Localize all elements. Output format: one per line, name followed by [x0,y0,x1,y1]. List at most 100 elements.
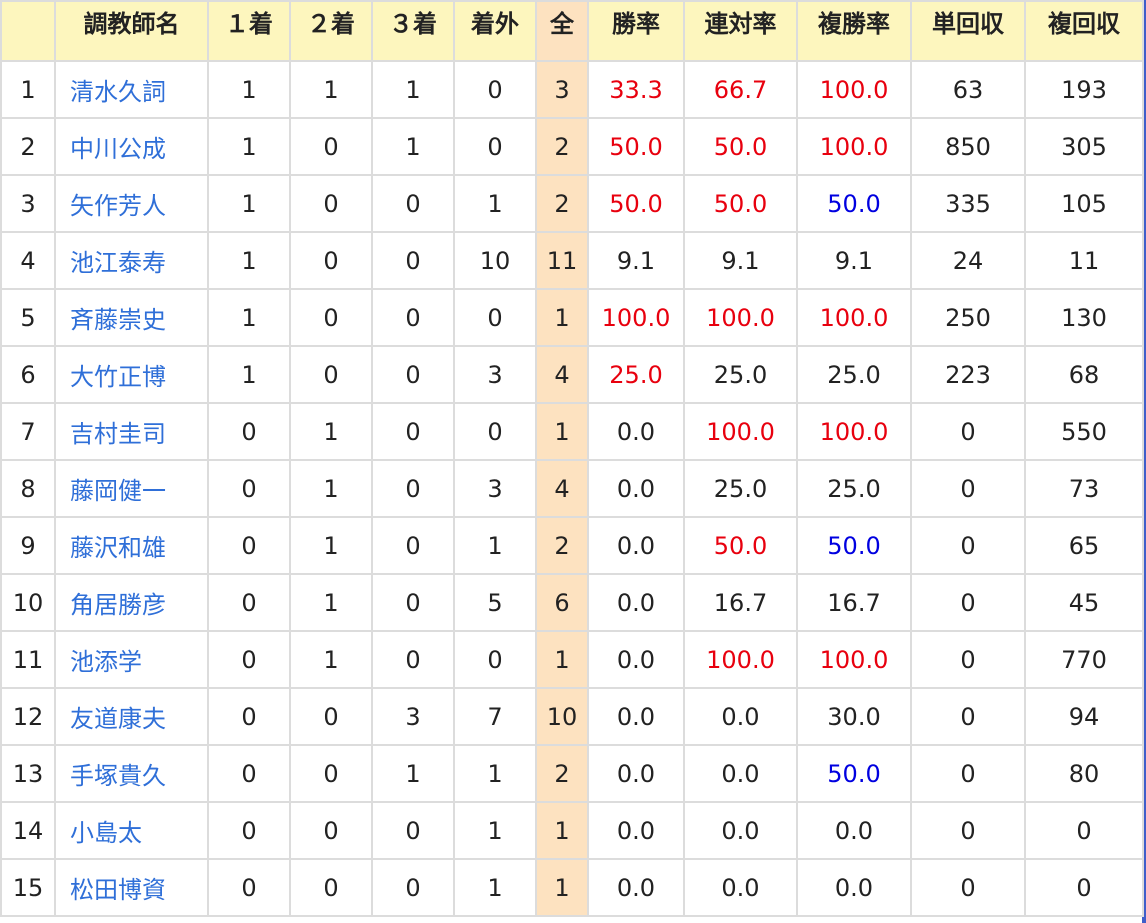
header-show-rate[interactable]: 複勝率 [796,0,912,62]
trainer-name-link[interactable]: 小島太 [54,801,209,860]
first-count-cell: 0 [207,858,291,917]
header-first-place[interactable]: １着 [207,0,291,62]
first-count-cell: 0 [207,744,291,803]
trainer-name-link[interactable]: 斉藤崇史 [54,288,209,347]
first-count-cell: 1 [207,174,291,233]
header-row: 調教師名 １着 ２着 ３着 着外 全 勝率 連対率 複勝率 単回収 複回収 [0,0,1144,62]
table-row: 8 藤岡健一 0 1 0 3 4 0.0 25.0 25.0 0 73 [0,459,1144,518]
show-return-cell: 0 [1024,801,1144,860]
first-count-cell: 0 [207,801,291,860]
table-row: 4 池江泰寿 1 0 0 10 11 9.1 9.1 9.1 24 11 [0,231,1144,290]
trainer-name-link[interactable]: 清水久詞 [54,60,209,119]
header-out-of-place[interactable]: 着外 [453,0,537,62]
trainer-name-link[interactable]: 藤岡健一 [54,459,209,518]
first-count-cell: 0 [207,573,291,632]
quinella-rate-cell: 50.0 [683,117,798,176]
trainer-name-link[interactable]: 池添学 [54,630,209,689]
first-count-cell: 0 [207,516,291,575]
header-rank [0,0,56,62]
total-count-cell: 1 [535,801,589,860]
third-count-cell: 1 [371,744,455,803]
trainer-name-link[interactable]: 友道康夫 [54,687,209,746]
total-count-cell: 2 [535,744,589,803]
win-return-cell: 0 [910,516,1026,575]
trainer-name-link[interactable]: 藤沢和雄 [54,516,209,575]
second-count-cell: 1 [289,516,373,575]
second-count-cell: 0 [289,801,373,860]
trainer-name-link[interactable]: 池江泰寿 [54,231,209,290]
table-body: 1 清水久詞 1 1 1 0 3 33.3 66.7 100.0 63 193 2 中川公成 1 0 1 0 2 50… [0,60,1144,917]
second-count-cell: 0 [289,288,373,347]
rank-cell: 2 [0,117,56,176]
show-rate-cell: 30.0 [796,687,912,746]
win-return-cell: 63 [910,60,1026,119]
first-count-cell: 0 [207,687,291,746]
win-rate-cell: 50.0 [587,117,685,176]
rank-cell: 5 [0,288,56,347]
show-rate-cell: 100.0 [796,402,912,461]
win-return-cell: 0 [910,744,1026,803]
out-count-cell: 1 [453,516,537,575]
rank-cell: 4 [0,231,56,290]
trainer-name-link[interactable]: 角居勝彦 [54,573,209,632]
first-count-cell: 1 [207,231,291,290]
first-count-cell: 0 [207,402,291,461]
trainer-name-link[interactable]: 吉村圭司 [54,402,209,461]
total-count-cell: 1 [535,288,589,347]
third-count-cell: 0 [371,345,455,404]
win-return-cell: 223 [910,345,1026,404]
rank-cell: 1 [0,60,56,119]
header-trainer-name[interactable]: 調教師名 [54,0,209,62]
quinella-rate-cell: 0.0 [683,687,798,746]
win-rate-cell: 33.3 [587,60,685,119]
third-count-cell: 0 [371,858,455,917]
table-row: 7 吉村圭司 0 1 0 0 1 0.0 100.0 100.0 0 550 [0,402,1144,461]
rank-cell: 7 [0,402,56,461]
table-row: 5 斉藤崇史 1 0 0 0 1 100.0 100.0 100.0 250 130 [0,288,1144,347]
second-count-cell: 0 [289,858,373,917]
first-count-cell: 0 [207,630,291,689]
win-rate-cell: 0.0 [587,801,685,860]
show-return-cell: 94 [1024,687,1144,746]
total-count-cell: 4 [535,345,589,404]
third-count-cell: 0 [371,288,455,347]
total-count-cell: 1 [535,402,589,461]
second-count-cell: 1 [289,402,373,461]
win-return-cell: 0 [910,687,1026,746]
win-return-cell: 850 [910,117,1026,176]
header-show-return[interactable]: 複回収 [1024,0,1144,62]
header-win-rate[interactable]: 勝率 [587,0,685,62]
quinella-rate-cell: 66.7 [683,60,798,119]
out-count-cell: 3 [453,345,537,404]
quinella-rate-cell: 0.0 [683,744,798,803]
header-third-place[interactable]: ３着 [371,0,455,62]
second-count-cell: 1 [289,459,373,518]
header-quinella-rate[interactable]: 連対率 [683,0,798,62]
first-count-cell: 1 [207,117,291,176]
trainer-name-link[interactable]: 大竹正博 [54,345,209,404]
trainer-name-link[interactable]: 中川公成 [54,117,209,176]
total-count-cell: 1 [535,858,589,917]
show-return-cell: 80 [1024,744,1144,803]
rank-cell: 8 [0,459,56,518]
win-rate-cell: 0.0 [587,630,685,689]
win-return-cell: 250 [910,288,1026,347]
trainer-name-link[interactable]: 手塚貴久 [54,744,209,803]
header-total[interactable]: 全 [535,0,589,62]
header-second-place[interactable]: ２着 [289,0,373,62]
third-count-cell: 0 [371,174,455,233]
trainer-stats-table: 調教師名 １着 ２着 ３着 着外 全 勝率 連対率 複勝率 単回収 複回収 1清… [0,0,1144,917]
win-return-cell: 0 [910,573,1026,632]
out-count-cell: 5 [453,573,537,632]
table-row: 3 矢作芳人 1 0 0 1 2 50.0 50.0 50.0 335 105 [0,174,1144,233]
trainer-name-link[interactable]: 矢作芳人 [54,174,209,233]
win-return-cell: 335 [910,174,1026,233]
second-count-cell: 0 [289,687,373,746]
header-win-return[interactable]: 単回収 [910,0,1026,62]
show-return-cell: 130 [1024,288,1144,347]
out-count-cell: 0 [453,117,537,176]
table-row: 10 角居勝彦 0 1 0 5 6 0.0 16.7 16.7 0 45 [0,573,1144,632]
table-row: 14 小島太 0 0 0 1 1 0.0 0.0 0.0 0 0 [0,801,1144,860]
table-row: 13 手塚貴久 0 0 1 1 2 0.0 0.0 50.0 0 80 [0,744,1144,803]
trainer-name-link[interactable]: 松田博資 [54,858,209,917]
